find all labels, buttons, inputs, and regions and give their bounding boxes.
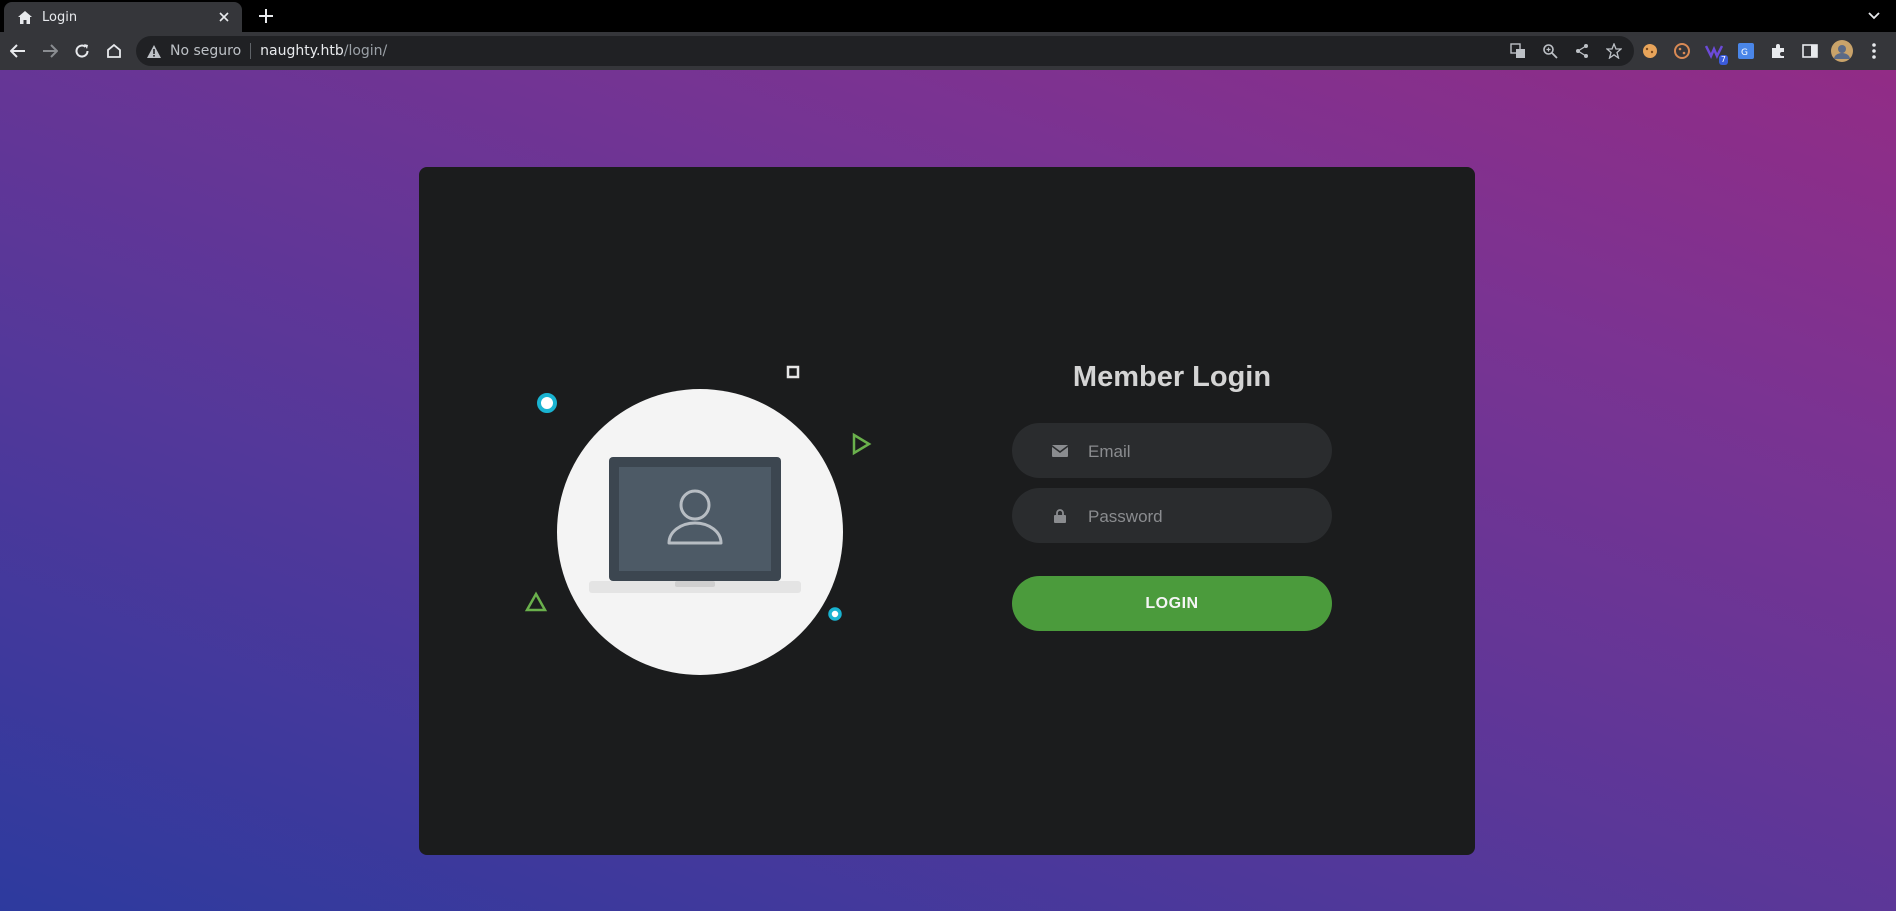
login-form: Member Login LOGIN xyxy=(1012,357,1332,631)
wappalyzer-extension-icon[interactable]: 7 xyxy=(1702,39,1728,65)
extensions-area: 7 G xyxy=(1638,39,1886,65)
svg-text:G: G xyxy=(1741,48,1748,58)
cookie-extension-icon[interactable] xyxy=(1638,39,1662,63)
more-menu-icon[interactable] xyxy=(1862,39,1886,63)
bookmark-star-icon[interactable] xyxy=(1604,41,1624,61)
password-input[interactable] xyxy=(1086,488,1310,545)
cookie-editor-icon[interactable] xyxy=(1670,39,1694,63)
security-status[interactable]: No seguro xyxy=(170,43,241,59)
login-illustration xyxy=(419,167,919,855)
page-background: Member Login LOGIN xyxy=(0,70,1896,911)
login-button[interactable]: LOGIN xyxy=(1012,576,1332,631)
home-icon xyxy=(17,9,33,25)
warning-icon[interactable] xyxy=(146,43,162,59)
lock-icon xyxy=(1050,506,1070,526)
back-arrow-icon[interactable] xyxy=(6,39,30,63)
translate-icon[interactable] xyxy=(1508,41,1528,61)
omnibox-actions xyxy=(1508,41,1624,61)
extensions-puzzle-icon[interactable] xyxy=(1766,39,1790,63)
login-card: Member Login LOGIN xyxy=(419,167,1475,855)
divider xyxy=(250,43,252,59)
zoom-icon[interactable] xyxy=(1540,41,1560,61)
password-field-wrapper xyxy=(1012,488,1332,545)
close-tab-icon[interactable] xyxy=(216,9,232,25)
extension-badge: 7 xyxy=(1718,55,1728,65)
forward-arrow-icon[interactable] xyxy=(38,39,62,63)
home-button-icon[interactable] xyxy=(102,39,126,63)
browser-toolbar: No seguro naughty.htb/login/ 7 G xyxy=(0,32,1896,70)
url-host: naughty.htb xyxy=(260,43,344,59)
email-input[interactable] xyxy=(1086,423,1310,480)
tab-title: Login xyxy=(42,9,78,25)
url-text[interactable]: naughty.htb/login/ xyxy=(260,43,387,59)
address-bar[interactable]: No seguro naughty.htb/login/ xyxy=(136,36,1634,66)
envelope-icon xyxy=(1050,441,1070,461)
reload-icon[interactable] xyxy=(70,39,94,63)
url-path: /login/ xyxy=(343,43,388,59)
translate-extension-icon[interactable]: G xyxy=(1734,39,1758,63)
side-panel-icon[interactable] xyxy=(1798,39,1822,63)
triangle-decoration-icon xyxy=(524,591,548,612)
new-tab-icon[interactable] xyxy=(256,6,276,26)
dot-decoration-icon xyxy=(828,607,842,621)
square-decoration-icon xyxy=(786,365,800,379)
laptop-user-icon xyxy=(589,457,801,593)
browser-tab[interactable]: Login xyxy=(4,2,242,32)
circle-decoration-icon xyxy=(537,393,557,413)
profile-avatar[interactable] xyxy=(1830,39,1854,63)
browser-tab-strip: Login xyxy=(0,0,1896,32)
form-title: Member Login xyxy=(1072,361,1272,393)
share-icon[interactable] xyxy=(1572,41,1592,61)
tab-search-chevron-icon[interactable] xyxy=(1864,6,1884,26)
play-triangle-decoration-icon xyxy=(852,432,872,456)
email-field-wrapper xyxy=(1012,423,1332,480)
